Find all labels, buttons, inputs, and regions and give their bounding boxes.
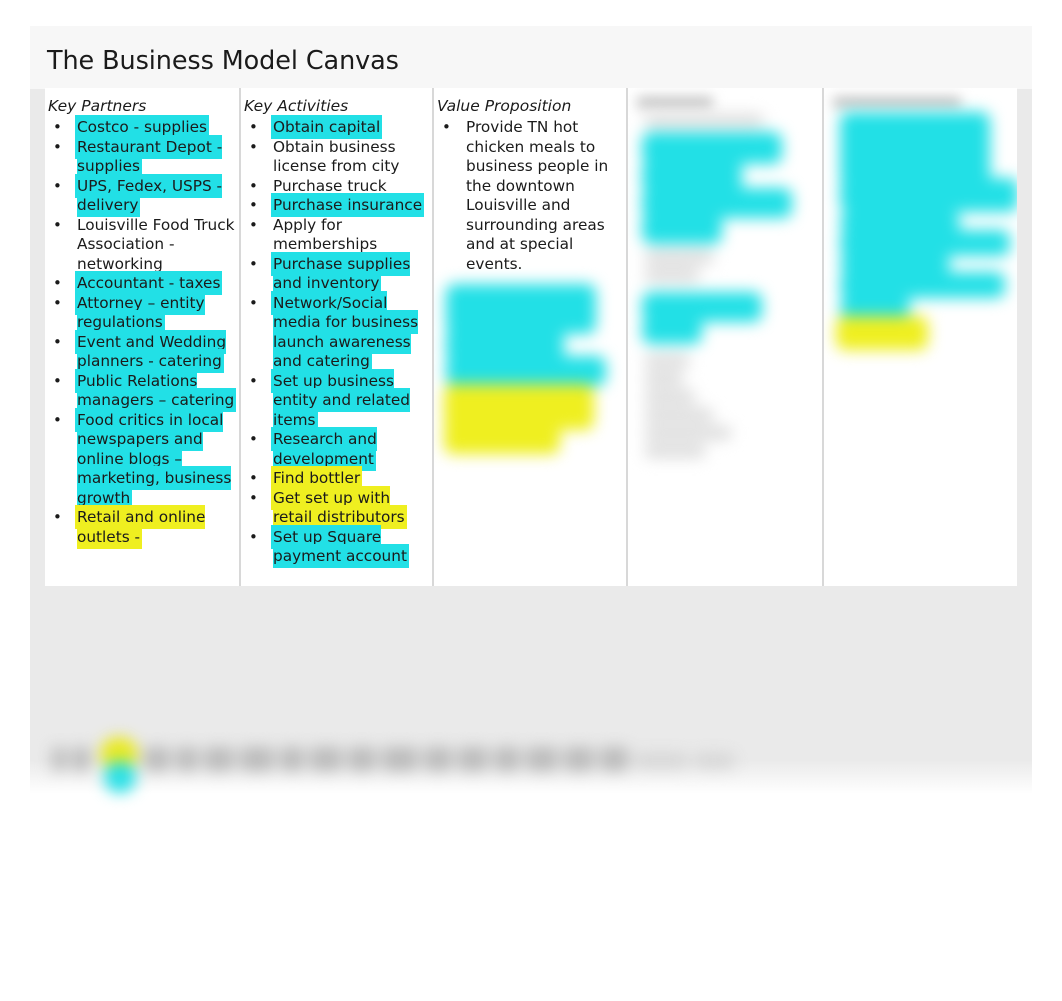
cell-header-value-proposition: Value Proposition [437, 97, 572, 115]
list-item: Apply for memberships [244, 216, 430, 255]
list-item: Accountant - taxes [48, 273, 237, 294]
redacted-content-block [830, 112, 1017, 402]
list-item: Research and development [244, 429, 430, 469]
slide-page: The Business Model Canvas Key Partners C… [0, 0, 1062, 1001]
redacted-content-block [440, 280, 624, 480]
list-item: Set up Square payment account [244, 526, 430, 567]
canvas-cell-redacted-4 [628, 88, 824, 586]
canvas-cell-key-partners: Key Partners Costco - supplies Restauran… [45, 88, 241, 586]
redacted-header [634, 96, 806, 112]
list-item: Costco - supplies [48, 117, 237, 138]
list-item: Restaurant Depot - supplies [48, 136, 237, 177]
canvas-cell-redacted-5 [824, 88, 1017, 586]
list-item: Provide TN hot chicken meals to business… [437, 118, 624, 274]
list-item: Purchase truck [244, 177, 430, 197]
list-item: Attorney – entity regulations [48, 292, 237, 333]
redacted-header [830, 96, 1002, 112]
cell-header-key-partners: Key Partners [48, 97, 147, 115]
list-item: Obtain capital [244, 117, 430, 138]
list-item: Purchase supplies and inventory [244, 253, 430, 294]
canvas-cell-key-activities: Key Activities Obtain capital Obtain bus… [241, 88, 434, 586]
list-item: Set up business entity and related items [244, 370, 430, 431]
page-title: The Business Model Canvas [47, 46, 399, 76]
list-item: Network/Social media for business launch… [244, 292, 430, 372]
business-model-canvas-grid: Key Partners Costco - supplies Restauran… [45, 88, 1017, 586]
list-item: Retail and online outlets - [48, 507, 237, 547]
list-item: Louisville Food Truck Association - netw… [48, 216, 237, 275]
list-item: Event and Wedding planners - catering [48, 331, 237, 372]
list-item: UPS, Fedex, USPS - delivery [48, 175, 237, 216]
cell-header-key-activities: Key Activities [244, 97, 349, 115]
list-item: Obtain business license from city [244, 138, 430, 177]
list-item: Find bottler [244, 468, 430, 489]
key-partners-list: Costco - supplies Restaurant Depot - sup… [45, 117, 239, 547]
list-item: Public Relations managers – catering [48, 370, 237, 411]
redacted-content-block [634, 114, 816, 474]
list-item: Purchase insurance [244, 195, 430, 216]
redacted-footer-text [48, 735, 748, 793]
key-activities-list: Obtain capital Obtain business license f… [241, 117, 432, 567]
value-proposition-list: Provide TN hot chicken meals to business… [434, 118, 626, 274]
list-item: Food critics in local newspapers and onl… [48, 409, 237, 509]
list-item: Get set up with retail distributors [244, 487, 430, 528]
canvas-cell-value-proposition: Value Proposition Provide TN hot chicken… [434, 88, 628, 586]
